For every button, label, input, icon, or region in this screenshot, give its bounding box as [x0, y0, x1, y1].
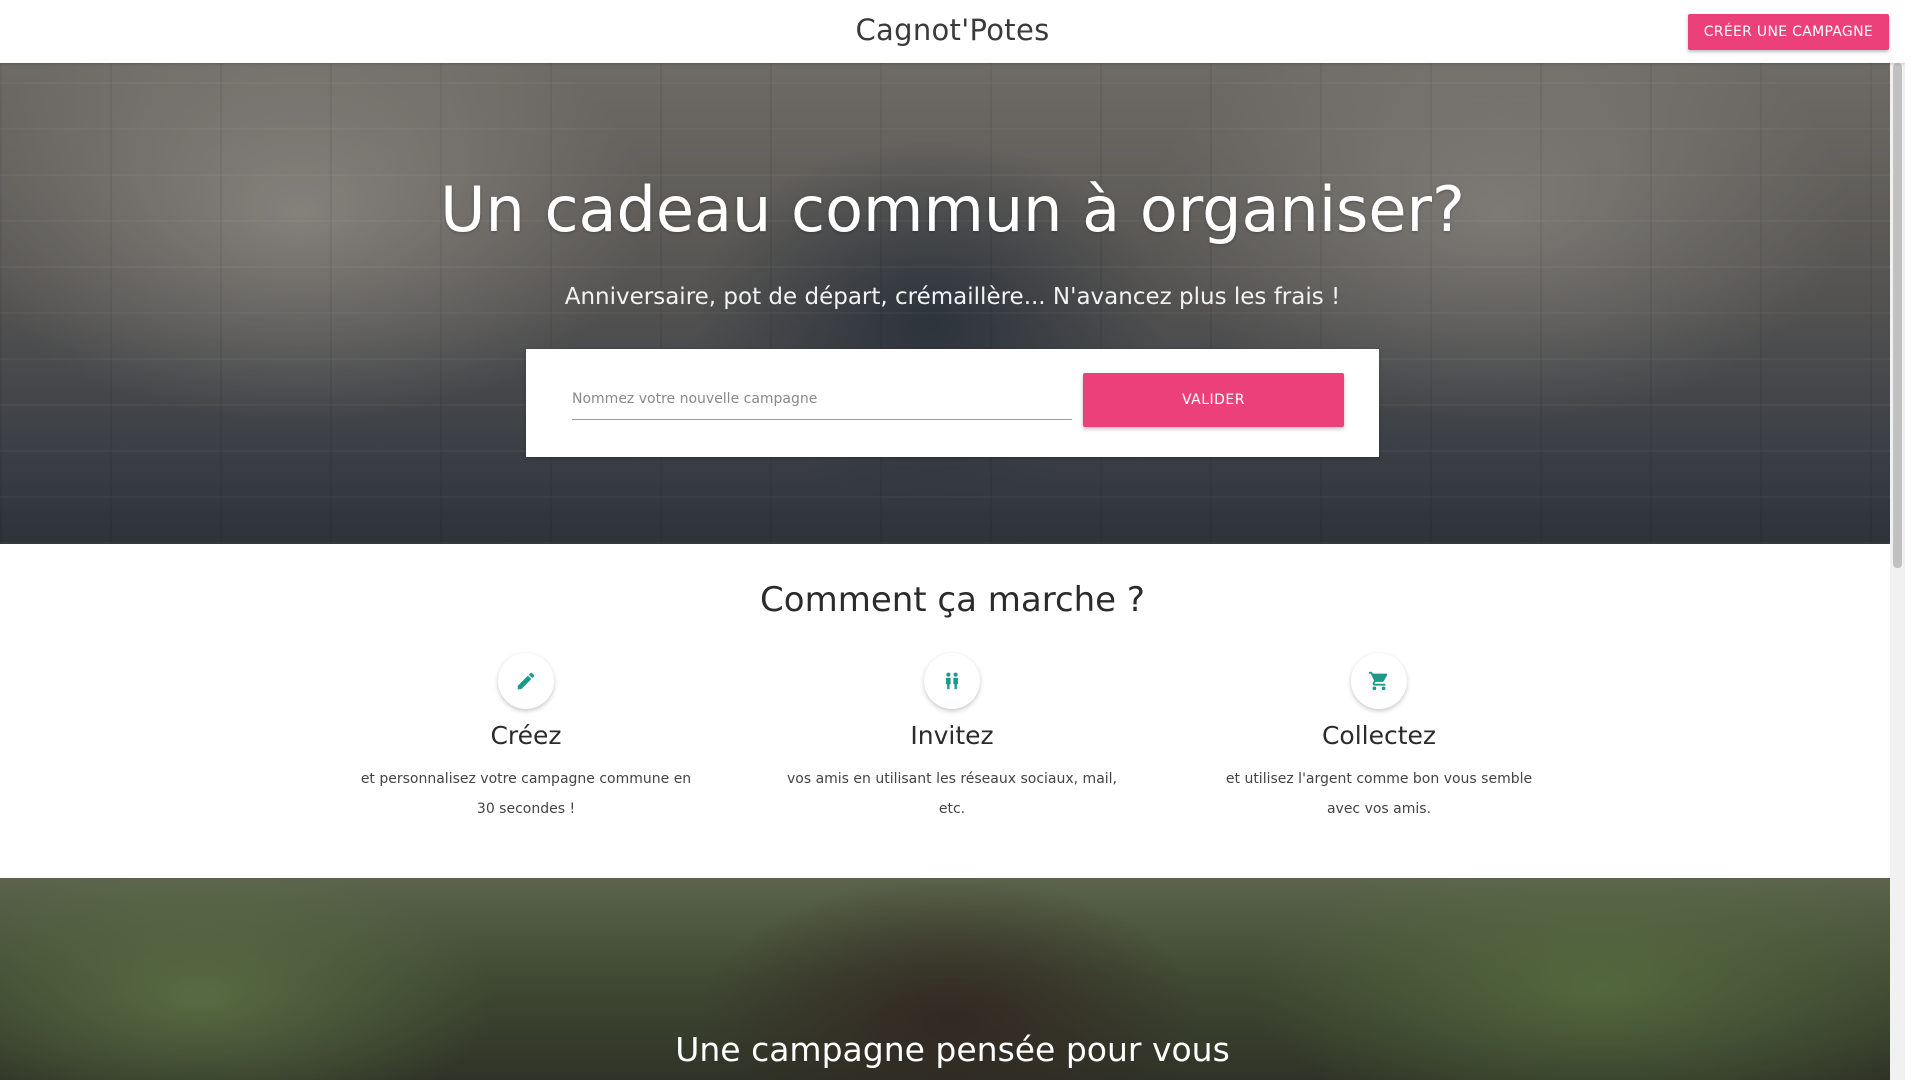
- validate-button[interactable]: VALIDER: [1083, 373, 1344, 427]
- step-title: Créez: [490, 721, 562, 750]
- step-create: Créez et personnalisez votre campagne co…: [356, 653, 696, 824]
- cart-icon: [1351, 653, 1407, 709]
- hero-title: Un cadeau commun à organiser?: [440, 173, 1465, 246]
- pencil-icon: [498, 653, 554, 709]
- how-it-works-title: Comment ça marche ?: [760, 580, 1145, 620]
- campaign-form: VALIDER: [526, 349, 1379, 457]
- feature-banner-title: Une campagne pensée pour vous: [675, 1030, 1230, 1069]
- step-title: Invitez: [910, 721, 994, 750]
- how-it-works-section: Comment ça marche ? Créez et personnalis…: [0, 544, 1905, 878]
- scrollbar-thumb[interactable]: [1893, 63, 1902, 568]
- campaign-name-input[interactable]: [572, 379, 1072, 420]
- step-invite: Invitez vos amis en utilisant les réseau…: [782, 653, 1122, 824]
- create-campaign-button[interactable]: CRÉER UNE CAMPAGNE: [1687, 14, 1889, 50]
- brand-logo[interactable]: Cagnot'Potes: [0, 13, 1905, 47]
- page: Cagnot'Potes CRÉER UNE CAMPAGNE Un cadea…: [0, 0, 1905, 1080]
- step-description: vos amis en utilisant les réseaux sociau…: [786, 771, 1118, 817]
- step-description: et personnalisez votre campagne commune …: [360, 771, 692, 817]
- step-title: Collectez: [1321, 721, 1437, 750]
- page-scrollbar[interactable]: [1890, 0, 1905, 1080]
- top-navbar: Cagnot'Potes CRÉER UNE CAMPAGNE: [0, 0, 1905, 63]
- hero-subtitle: Anniversaire, pot de départ, crémaillère…: [564, 284, 1341, 310]
- feature-banner-section: Une campagne pensée pour vous: [0, 878, 1905, 1080]
- step-collect: Collectez et utilisez l'argent comme bon…: [1209, 653, 1549, 824]
- people-icon: [924, 653, 980, 709]
- step-description: et utilisez l'argent comme bon vous semb…: [1225, 771, 1533, 817]
- hero-section: Un cadeau commun à organiser? Anniversai…: [0, 63, 1905, 544]
